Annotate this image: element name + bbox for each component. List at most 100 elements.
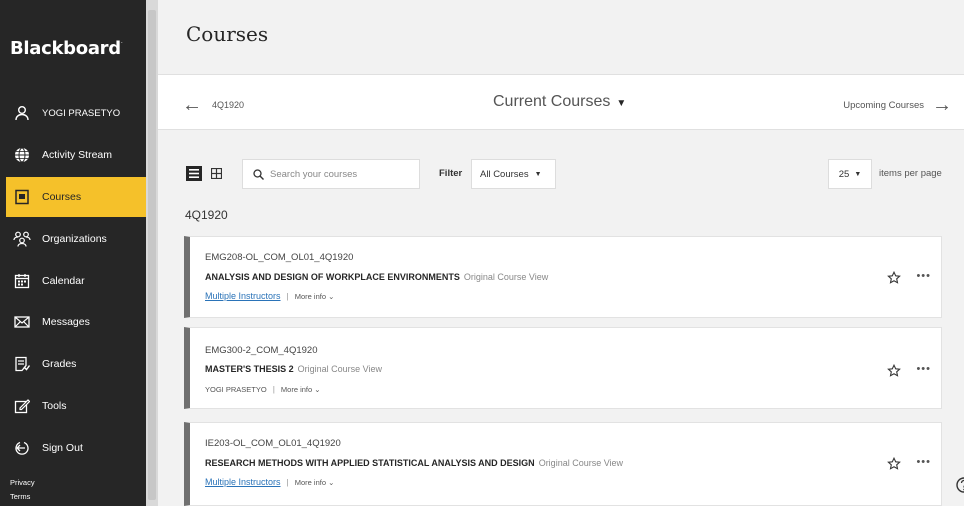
course-name[interactable]: RESEARCH METHODS WITH APPLIED STATISTICA… bbox=[205, 458, 535, 468]
previous-term-button[interactable]: ← 4Q1920 bbox=[182, 95, 244, 115]
sidebar-item-messages[interactable]: Messages bbox=[0, 302, 146, 342]
tools-icon bbox=[12, 396, 32, 416]
arrow-left-icon: ← bbox=[182, 94, 202, 116]
course-view-label: Original Course View bbox=[463, 272, 549, 282]
grades-icon bbox=[12, 354, 32, 374]
list-view-button[interactable] bbox=[186, 166, 202, 181]
sidebar-item-label: Courses bbox=[42, 191, 82, 203]
more-info-label: More info bbox=[294, 478, 327, 487]
star-favorite-icon[interactable] bbox=[887, 364, 901, 378]
star-favorite-icon[interactable] bbox=[887, 271, 901, 285]
previous-term-label: 4Q1920 bbox=[212, 100, 245, 110]
caret-down-icon: ▼ bbox=[616, 98, 627, 109]
more-info-label: More info bbox=[280, 385, 313, 394]
course-meta: YOGI PRASETYO | More info ⌄ bbox=[205, 384, 321, 394]
filter-dropdown[interactable]: All Courses ▼ bbox=[471, 159, 556, 189]
sidebar-item-grades[interactable]: Grades bbox=[0, 344, 146, 384]
filter-value: All Courses bbox=[480, 168, 529, 180]
terms-link[interactable]: Terms bbox=[10, 492, 30, 501]
course-name[interactable]: MASTER'S THESIS 2 bbox=[205, 364, 294, 374]
meta-separator: | bbox=[286, 477, 289, 487]
sidebar-item-label: Organizations bbox=[42, 233, 107, 245]
sidebar-item-activity-stream[interactable]: Activity Stream bbox=[0, 135, 146, 175]
course-id: IE203-OL_COM_OL01_4Q1920 bbox=[205, 438, 341, 449]
course-name[interactable]: ANALYSIS AND DESIGN OF WORKPLACE ENVIRON… bbox=[205, 272, 460, 282]
grid-icon bbox=[210, 168, 222, 179]
next-term-button[interactable]: Upcoming Courses → bbox=[843, 95, 952, 115]
chevron-down-icon: ⌄ bbox=[328, 478, 335, 487]
course-card[interactable]: EMG208-OL_COM_OL01_4Q1920 ANALYSIS AND D… bbox=[184, 236, 942, 318]
sidebar-item-label: Messages bbox=[42, 316, 90, 328]
sidebar-item-label: Tools bbox=[42, 400, 67, 412]
more-options-icon[interactable]: ••• bbox=[916, 363, 931, 375]
term-navigation-bar: ← 4Q1920 Current Courses ▼ Upcoming Cours… bbox=[158, 74, 964, 130]
search-input[interactable] bbox=[270, 168, 410, 180]
sidebar-item-tools[interactable]: Tools bbox=[0, 386, 146, 426]
chevron-down-icon: ⌄ bbox=[314, 385, 321, 394]
next-term-label: Upcoming Courses bbox=[843, 99, 924, 111]
help-icon[interactable] bbox=[955, 476, 964, 498]
course-title[interactable]: ANALYSIS AND DESIGN OF WORKPLACE ENVIRON… bbox=[205, 272, 548, 282]
sidebar-item-calendar[interactable]: Calendar bbox=[0, 261, 146, 301]
course-meta: Multiple Instructors | More info ⌄ bbox=[205, 291, 334, 301]
blackboard-logo[interactable]: Blackboard. bbox=[10, 38, 123, 59]
sign-out-icon bbox=[12, 438, 32, 458]
caret-down-icon: ▼ bbox=[854, 170, 862, 178]
meta-separator: | bbox=[272, 384, 275, 394]
user-icon bbox=[12, 103, 32, 123]
sidebar: Blackboard. YOGI PRASETYO Activity Strea… bbox=[0, 0, 146, 506]
more-info-label: More info bbox=[294, 292, 327, 301]
course-title[interactable]: MASTER'S THESIS 2 Original Course View bbox=[205, 364, 382, 374]
arrow-right-icon: → bbox=[932, 94, 952, 116]
course-meta: Multiple Instructors | More info ⌄ bbox=[205, 477, 334, 487]
sidebar-item-organizations[interactable]: Organizations bbox=[0, 219, 146, 259]
sidebar-item-profile[interactable]: YOGI PRASETYO bbox=[0, 93, 146, 133]
sidebar-item-label: Grades bbox=[42, 358, 77, 370]
sidebar-item-courses[interactable]: Courses bbox=[6, 177, 146, 217]
chevron-down-icon: ⌄ bbox=[328, 292, 335, 301]
organizations-icon bbox=[12, 229, 32, 249]
current-term-label: Current Courses bbox=[493, 93, 611, 110]
search-courses-field[interactable] bbox=[242, 159, 420, 189]
more-options-icon[interactable]: ••• bbox=[916, 270, 931, 282]
course-title[interactable]: RESEARCH METHODS WITH APPLIED STATISTICA… bbox=[205, 458, 623, 468]
calendar-icon bbox=[12, 271, 32, 291]
course-card[interactable]: EMG300-2_COM_4Q1920 MASTER'S THESIS 2 Ori… bbox=[184, 327, 942, 409]
more-info-toggle[interactable]: More info ⌄ bbox=[295, 478, 335, 487]
search-icon bbox=[253, 168, 264, 180]
course-id: EMG208-OL_COM_OL01_4Q1920 bbox=[205, 252, 354, 263]
instructors-link[interactable]: Multiple Instructors bbox=[205, 291, 281, 301]
sidebar-item-label: Activity Stream bbox=[42, 149, 113, 161]
grid-view-button[interactable] bbox=[208, 166, 224, 181]
course-view-label: Original Course View bbox=[538, 458, 624, 468]
course-view-label: Original Course View bbox=[297, 364, 383, 374]
term-heading: 4Q1920 bbox=[185, 208, 228, 222]
courses-icon bbox=[12, 187, 32, 207]
page-title: Courses bbox=[186, 22, 269, 46]
course-toolbar: Filter All Courses ▼ 25 ▼ items per page bbox=[158, 158, 964, 190]
more-options-icon[interactable]: ••• bbox=[916, 456, 931, 468]
caret-down-icon: ▼ bbox=[534, 170, 542, 178]
more-info-toggle[interactable]: More info ⌄ bbox=[281, 385, 321, 394]
instructors-link[interactable]: Multiple Instructors bbox=[205, 477, 281, 487]
more-info-toggle[interactable]: More info ⌄ bbox=[295, 292, 335, 301]
sidebar-scrollbar-thumb[interactable] bbox=[148, 10, 156, 500]
course-id: EMG300-2_COM_4Q1920 bbox=[205, 345, 318, 356]
envelope-icon bbox=[12, 312, 32, 332]
main-content: Courses ← 4Q1920 Current Courses ▼ Upcomi… bbox=[158, 0, 964, 506]
privacy-link[interactable]: Privacy bbox=[10, 478, 35, 487]
list-icon bbox=[189, 169, 199, 178]
sidebar-item-label: Sign Out bbox=[42, 442, 83, 454]
sidebar-item-sign-out[interactable]: Sign Out bbox=[0, 428, 146, 468]
star-favorite-icon[interactable] bbox=[887, 457, 901, 471]
sidebar-item-label: Calendar bbox=[42, 275, 85, 287]
instructor-name: YOGI PRASETYO bbox=[205, 385, 267, 394]
sidebar-item-label: YOGI PRASETYO bbox=[42, 107, 121, 119]
course-card[interactable]: IE203-OL_COM_OL01_4Q1920 RESEARCH METHOD… bbox=[184, 422, 942, 506]
items-per-page-dropdown[interactable]: 25 ▼ bbox=[828, 159, 872, 189]
globe-icon bbox=[12, 145, 32, 165]
items-per-page-label: items per page bbox=[879, 168, 942, 179]
current-term-dropdown[interactable]: Current Courses ▼ bbox=[493, 93, 626, 111]
per-page-value: 25 bbox=[838, 168, 850, 180]
filter-label: Filter bbox=[439, 168, 463, 179]
